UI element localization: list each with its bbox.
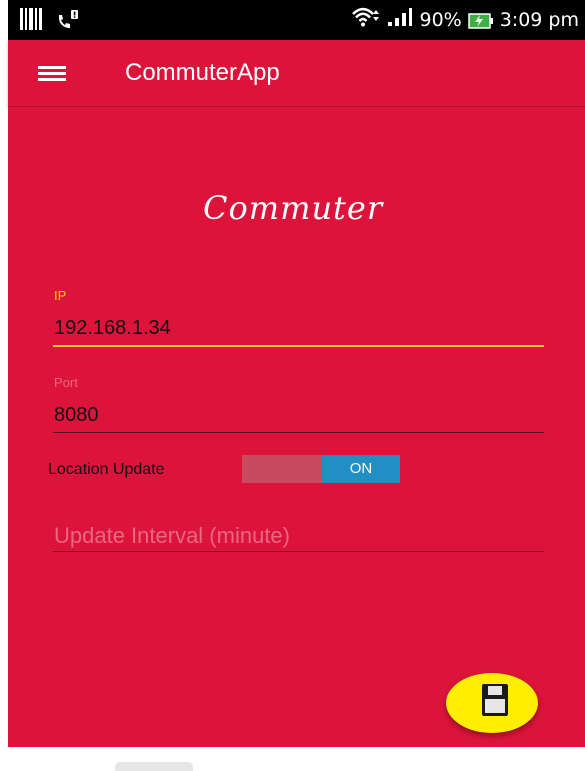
app-title: CommuterApp [125,59,280,86]
app-bar: CommuterApp [8,40,585,107]
ip-underline [53,345,544,347]
settings-form: Commuter IP 192.168.1.34 Port 8080 Locat… [8,107,585,747]
port-underline [53,432,544,433]
signal-icon [387,7,413,32]
save-icon [482,684,508,716]
port-label: Port [54,375,78,390]
clock: 3:09 pm [499,8,579,31]
status-bar: 90% 3:09 pm [8,0,585,40]
location-update-label: Location Update [48,461,165,478]
status-left-icons [20,8,80,30]
battery-charging-icon [467,12,494,29]
battery-percent: 90% [419,8,462,31]
menu-icon[interactable] [38,66,66,82]
interval-underline [53,551,544,552]
bottom-handle [115,762,193,771]
update-interval-input[interactable]: Update Interval (minute) [54,523,290,549]
location-update-toggle[interactable]: ON [242,455,400,483]
port-input[interactable]: 8080 [54,404,99,427]
wifi-icon [351,6,381,33]
commuter-logo: Commuter [203,189,384,227]
ip-input[interactable]: 192.168.1.34 [54,317,171,340]
app-screen: 90% 3:09 pm CommuterApp Commuter IP 192.… [0,0,585,771]
barcode-icon [20,8,42,30]
status-right: 90% 3:09 pm [351,6,579,33]
ip-label: IP [54,288,67,303]
toggle-on-thumb: ON [322,455,400,483]
call-alert-icon [56,8,80,30]
save-button[interactable] [446,673,538,733]
